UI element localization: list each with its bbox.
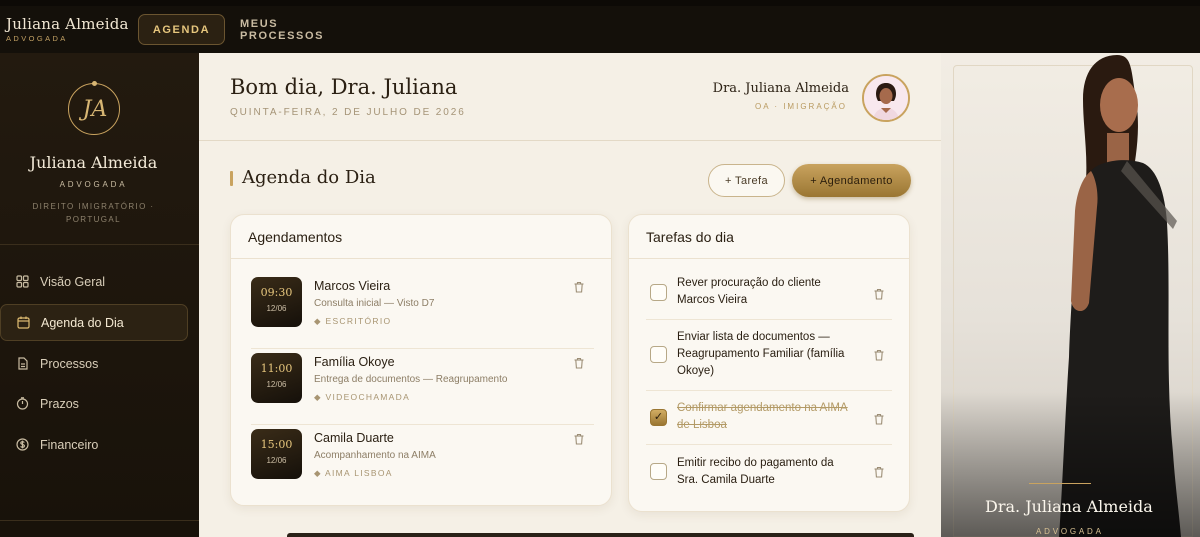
appointment-name: Marcos Vieira [314, 279, 391, 293]
current-date: QUINTA-FEIRA, 2 DE JULHO DE 2026 [230, 107, 466, 118]
list-item[interactable]: 15:00 12/06 Camila Duarte Acompanhamento… [251, 429, 594, 489]
brand[interactable]: Juliana Almeida ADVOGADA [6, 15, 129, 43]
sidebar-item-label: Financeiro [40, 437, 99, 452]
checkmark-icon: ✓ [653, 411, 664, 423]
photo-role: ADVOGADA [1036, 527, 1104, 536]
row-divider [646, 319, 892, 320]
top-bar: Juliana Almeida ADVOGADA AGENDA MEUS PRO… [0, 0, 1200, 53]
list-item[interactable]: 11:00 12/06 Família Okoye Entrega de doc… [251, 353, 594, 425]
tab-meus-processos[interactable]: MEUS PROCESSOS [240, 14, 364, 45]
trash-icon[interactable] [573, 432, 585, 445]
sidebar-role: ADVOGADA [59, 180, 128, 189]
sidebar-item-visao-geral[interactable]: Visão Geral [0, 263, 188, 300]
greeting-title: Bom dia, Dra. Juliana [230, 75, 458, 99]
task-checkbox[interactable] [650, 346, 667, 363]
brand-subtitle: ADVOGADA [6, 34, 68, 43]
brand-name: Juliana Almeida [6, 15, 129, 33]
photo-name: Dra. Juliana Almeida [985, 497, 1153, 516]
task-text: Confirmar agendamento na AIMA de Lisboa [677, 402, 848, 431]
sidebar-divider [0, 244, 199, 245]
appointment-time: 15:00 [260, 438, 293, 451]
add-task-button[interactable]: + Tarefa [708, 164, 785, 197]
task-text: Rever procuração do cliente Marcos Vieir… [677, 277, 821, 306]
bottom-panel-edge [287, 533, 914, 537]
trash-icon[interactable] [873, 412, 885, 425]
appointment-location: ◆ ESCRITÓRIO [314, 316, 392, 326]
appointments-title: Agendamentos [248, 229, 343, 245]
sidebar-name: Juliana Almeida [29, 153, 158, 172]
time-badge: 09:30 12/06 [251, 277, 302, 327]
tasks-card: Tarefas do dia Rever procuração do clien… [628, 214, 910, 512]
grid-icon [16, 275, 29, 288]
sidebar-item-prazos[interactable]: Prazos [0, 385, 188, 422]
task-text: Enviar lista de documentos — Reagrupamen… [677, 331, 845, 377]
appointment-name: Família Okoye [314, 355, 395, 369]
calendar-icon [17, 316, 30, 329]
profile-photo-panel: Dra. Juliana Almeida ADVOGADA [941, 53, 1200, 537]
dollar-icon [16, 438, 29, 451]
appointment-name: Camila Duarte [314, 431, 394, 445]
time-badge: 15:00 12/06 [251, 429, 302, 479]
list-item[interactable]: 09:30 12/06 Marcos Vieira Consulta inici… [251, 277, 594, 349]
header-divider [199, 140, 941, 141]
row-divider [646, 444, 892, 445]
main-content: Bom dia, Dra. Juliana QUINTA-FEIRA, 2 DE… [199, 53, 941, 537]
add-appointment-button[interactable]: + Agendamento [792, 164, 911, 197]
sidebar-item-label: Prazos [40, 396, 79, 411]
profile-subtitle: OA · IMIGRAÇÃO [754, 102, 847, 111]
sidebar-item-label: Processos [40, 356, 99, 371]
sidebar-item-label: Agenda do Dia [41, 315, 124, 330]
trash-icon[interactable] [873, 465, 885, 478]
appointment-description: Consulta inicial — Visto D7 [314, 298, 435, 309]
sidebar-area: DIREITO IMIGRATÓRIO · PORTUGAL [32, 202, 155, 224]
list-item[interactable]: Emitir recibo do pagamento da Sra. Camil… [646, 455, 892, 495]
document-icon [16, 357, 29, 370]
appointment-date: 12/06 [266, 456, 287, 465]
trash-icon[interactable] [873, 348, 885, 361]
section-accent-bar [230, 171, 233, 186]
appointment-location: ◆ AIMA LISBOA [314, 468, 393, 478]
sidebar-item-agenda-do-dia[interactable]: Agenda do Dia [0, 304, 188, 341]
appointment-description: Acompanhamento na AIMA [314, 450, 436, 461]
task-checkbox[interactable] [650, 284, 667, 301]
appointment-description: Entrega de documentos — Reagrupamento [314, 374, 508, 385]
task-checkbox[interactable] [650, 463, 667, 480]
row-divider [646, 390, 892, 391]
portrait-illustration [941, 53, 1200, 537]
trash-icon[interactable] [573, 356, 585, 369]
logo-monogram: JA [82, 97, 108, 122]
profile-name: Dra. Juliana Almeida [712, 81, 849, 96]
sidebar: JA Juliana Almeida ADVOGADA DIREITO IMIG… [0, 53, 199, 537]
logo-dot-icon [92, 81, 97, 86]
appointment-time: 09:30 [260, 286, 293, 299]
list-item[interactable]: ✓ Confirmar agendamento na AIMA de Lisbo… [646, 400, 892, 445]
photo-separator [1029, 483, 1091, 484]
sidebar-item-financeiro[interactable]: Financeiro [0, 426, 188, 463]
logo: JA [68, 83, 120, 135]
trash-icon[interactable] [873, 287, 885, 300]
section-title: Agenda do Dia [242, 167, 376, 188]
trash-icon[interactable] [573, 280, 585, 293]
task-checkbox-checked[interactable]: ✓ [650, 409, 667, 426]
row-divider [251, 348, 594, 349]
appointment-date: 12/06 [266, 380, 287, 389]
appointment-date: 12/06 [266, 304, 287, 313]
avatar[interactable] [862, 74, 910, 122]
list-item[interactable]: Rever procuração do cliente Marcos Vieir… [646, 275, 892, 320]
appointments-card: Agendamentos 09:30 12/06 Marcos Vieira C… [230, 214, 612, 506]
task-text: Emitir recibo do pagamento da Sra. Camil… [677, 457, 834, 486]
row-divider [251, 424, 594, 425]
tasks-title: Tarefas do dia [646, 229, 734, 245]
sidebar-item-processos[interactable]: Processos [0, 345, 188, 382]
appointment-location: ◆ VIDEOCHAMADA [314, 392, 411, 402]
sidebar-divider-bottom [0, 520, 199, 521]
time-badge: 11:00 12/06 [251, 353, 302, 403]
card-divider [231, 258, 611, 259]
sidebar-item-label: Visão Geral [40, 274, 106, 289]
appointment-time: 11:00 [260, 362, 293, 375]
card-divider [629, 258, 909, 259]
tab-agenda[interactable]: AGENDA [138, 14, 225, 45]
clock-icon [16, 397, 29, 410]
list-item[interactable]: Enviar lista de documentos — Reagrupamen… [646, 329, 892, 391]
